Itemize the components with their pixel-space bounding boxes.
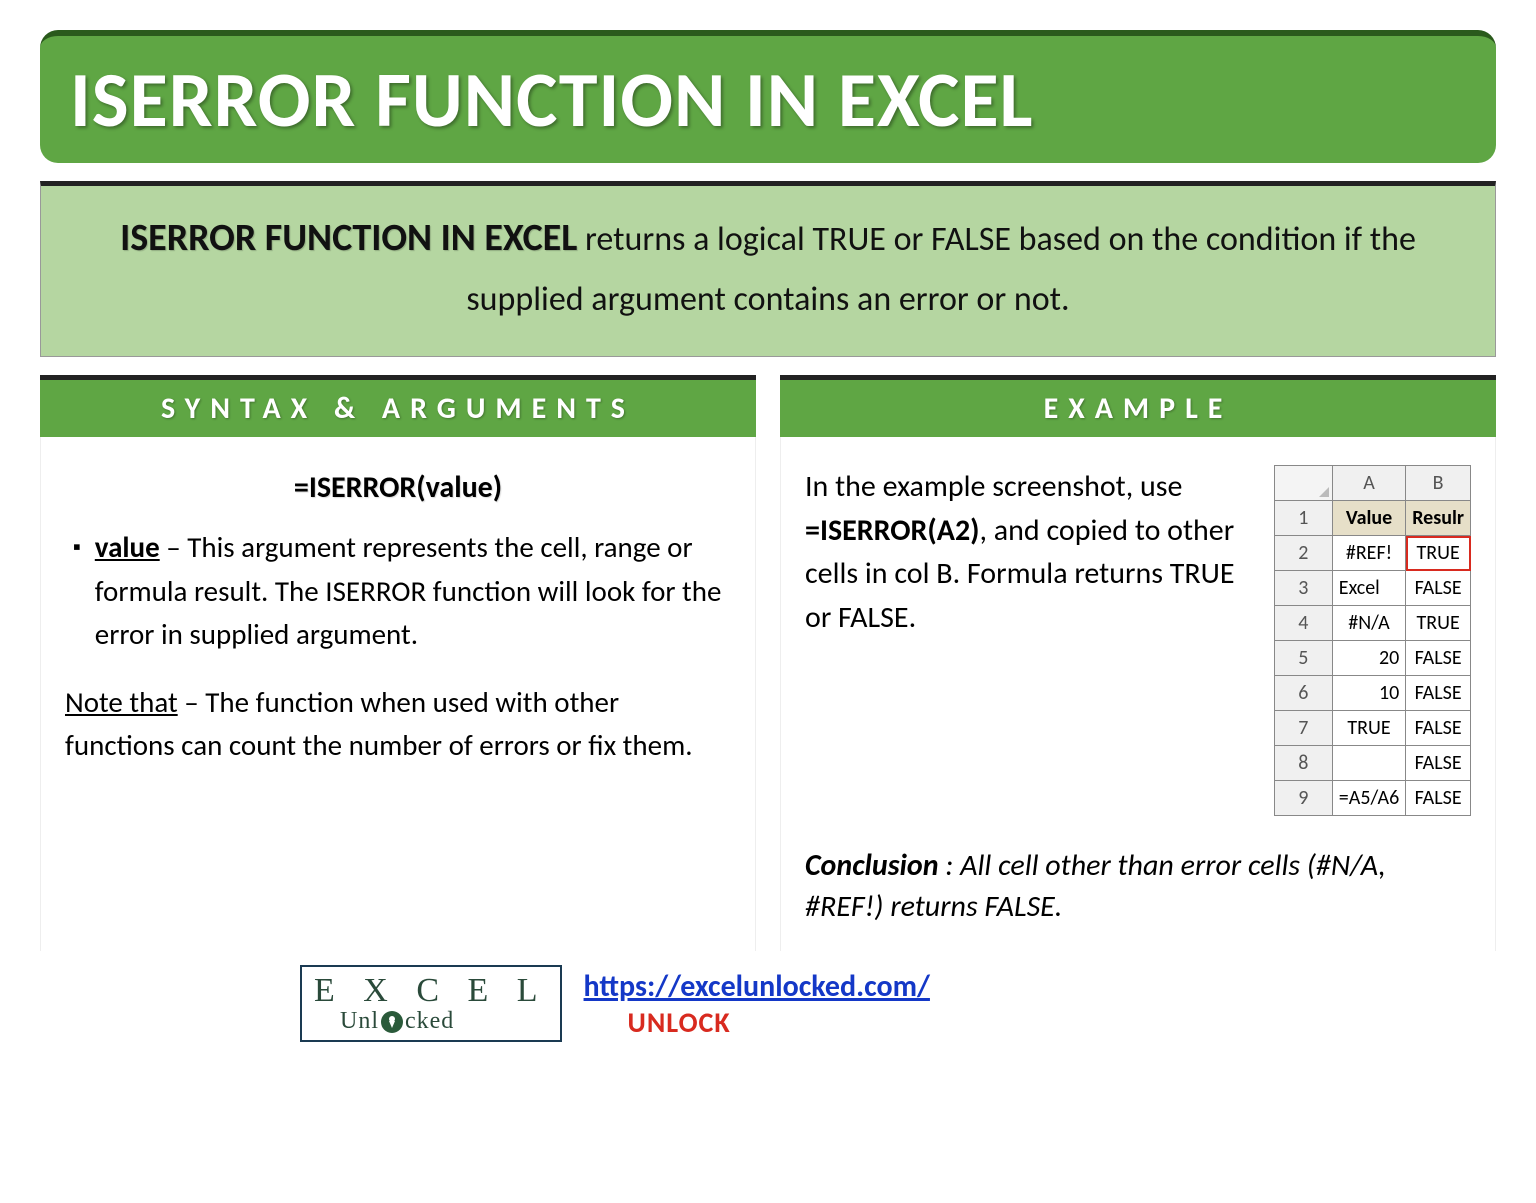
table-corner xyxy=(1274,466,1332,501)
cell-a: Excel xyxy=(1332,571,1405,606)
syntax-header: SYNTAX & ARGUMENTS xyxy=(40,375,756,437)
cell-a xyxy=(1332,746,1405,781)
table-row: 9 =A5/A6 FALSE xyxy=(1274,781,1470,816)
example-header: EXAMPLE xyxy=(780,375,1496,437)
rowhead: 4 xyxy=(1274,606,1332,641)
conclusion: Conclusion : All cell other than error c… xyxy=(805,846,1471,927)
table-row: 8 FALSE xyxy=(1274,746,1470,781)
footer: E X C E L Unl cked https://excelunlocked.… xyxy=(40,965,1496,1042)
argument-desc: – This argument represents the cell, ran… xyxy=(95,529,722,652)
footer-links: https://excelunlocked.com/ UNLOCK xyxy=(584,968,930,1040)
cell-a: TRUE xyxy=(1332,711,1405,746)
cell-a: 10 xyxy=(1332,676,1405,711)
rowhead: 3 xyxy=(1274,571,1332,606)
keyhole-icon xyxy=(381,1011,403,1033)
cell-a: =A5/A6 xyxy=(1332,781,1405,816)
columns: SYNTAX & ARGUMENTS =ISERROR(value) ▪ val… xyxy=(40,375,1496,951)
description-box: ISERROR FUNCTION IN EXCEL returns a logi… xyxy=(40,181,1496,357)
argument-list: ▪ value – This argument represents the c… xyxy=(65,526,731,657)
argument-text: value – This argument represents the cel… xyxy=(95,526,731,657)
rowhead: 6 xyxy=(1274,676,1332,711)
argument-item: ▪ value – This argument represents the c… xyxy=(73,526,731,657)
table-row: 1 Value Resulr xyxy=(1274,501,1470,536)
table-row: 7 TRUE FALSE xyxy=(1274,711,1470,746)
header-value: Value xyxy=(1332,501,1405,536)
rowhead: 7 xyxy=(1274,711,1332,746)
table-row: 2 #REF! TRUE xyxy=(1274,536,1470,571)
logo-bottom-post: cked xyxy=(405,1009,454,1034)
example-formula: =ISERROR(A2) xyxy=(805,512,980,549)
example-body: In the example screenshot, use =ISERROR(… xyxy=(780,437,1496,951)
syntax-note: Note that – The function when used with … xyxy=(65,681,731,768)
logo-top: E X C E L xyxy=(314,973,548,1009)
cell-a: #N/A xyxy=(1332,606,1405,641)
footer-url-link[interactable]: https://excelunlocked.com/ xyxy=(584,968,930,1005)
syntax-body: =ISERROR(value) ▪ value – This argument … xyxy=(40,437,756,951)
logo-bottom-pre: Unl xyxy=(340,1009,379,1034)
description-lead: ISERROR FUNCTION IN EXCEL xyxy=(120,215,577,261)
cell-b: FALSE xyxy=(1406,746,1471,781)
cell-b: FALSE xyxy=(1406,641,1471,676)
example-pre: In the example screenshot, use xyxy=(805,468,1182,505)
conclusion-label: Conclusion xyxy=(805,847,939,884)
cell-b: FALSE xyxy=(1406,676,1471,711)
example-row: In the example screenshot, use =ISERROR(… xyxy=(805,465,1471,816)
header-result: Resulr xyxy=(1406,501,1471,536)
note-label: Note that xyxy=(65,684,178,720)
table-colhead-row: A B xyxy=(1274,466,1470,501)
footer-unlock-text: UNLOCK xyxy=(628,1005,930,1040)
example-table: A B 1 Value Resulr 2 #REF! TRUE 3 xyxy=(1274,465,1471,816)
page-title: ISERROR FUNCTION IN EXCEL xyxy=(70,52,1466,147)
description-rest: returns a logical TRUE or FALSE based on… xyxy=(466,219,1416,320)
rowhead: 2 xyxy=(1274,536,1332,571)
syntax-formula: =ISERROR(value) xyxy=(65,465,731,510)
cell-b: FALSE xyxy=(1406,711,1471,746)
table-row: 3 Excel FALSE xyxy=(1274,571,1470,606)
cell-b: FALSE xyxy=(1406,781,1471,816)
bullet-icon: ▪ xyxy=(73,526,81,657)
rowhead: 1 xyxy=(1274,501,1332,536)
title-banner: ISERROR FUNCTION IN EXCEL xyxy=(40,30,1496,163)
colhead-a: A xyxy=(1332,466,1405,501)
example-text: In the example screenshot, use =ISERROR(… xyxy=(805,465,1254,639)
argument-name: value xyxy=(95,529,160,565)
colhead-b: B xyxy=(1406,466,1471,501)
cell-a: #REF! xyxy=(1332,536,1405,571)
rowhead: 5 xyxy=(1274,641,1332,676)
cell-b: TRUE xyxy=(1406,606,1471,641)
rowhead: 8 xyxy=(1274,746,1332,781)
syntax-column: SYNTAX & ARGUMENTS =ISERROR(value) ▪ val… xyxy=(40,375,756,951)
cell-a: 20 xyxy=(1332,641,1405,676)
table-row: 5 20 FALSE xyxy=(1274,641,1470,676)
rowhead: 9 xyxy=(1274,781,1332,816)
cell-b: FALSE xyxy=(1406,571,1471,606)
logo: E X C E L Unl cked xyxy=(300,965,562,1042)
cell-b-highlight: TRUE xyxy=(1406,536,1471,571)
table-row: 6 10 FALSE xyxy=(1274,676,1470,711)
example-column: EXAMPLE In the example screenshot, use =… xyxy=(780,375,1496,951)
logo-bottom: Unl cked xyxy=(340,1009,548,1034)
table-row: 4 #N/A TRUE xyxy=(1274,606,1470,641)
